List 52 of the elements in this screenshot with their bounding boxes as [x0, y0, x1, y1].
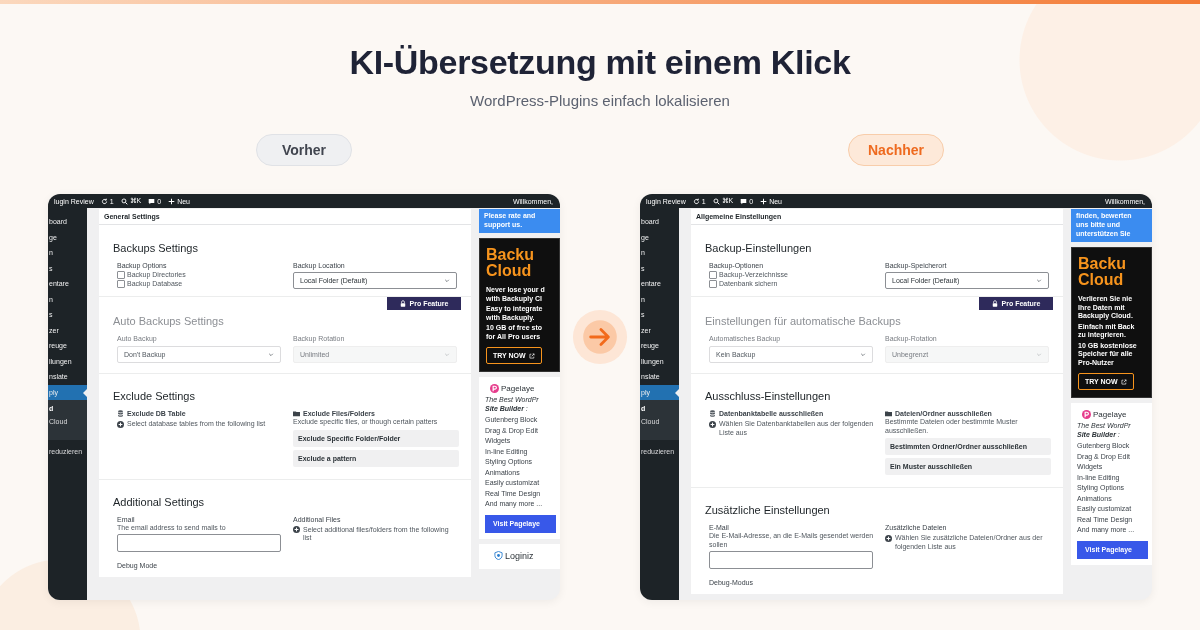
plus-icon [168, 197, 176, 205]
checkbox[interactable] [709, 270, 717, 279]
promo-title: Backu Cloud [486, 247, 536, 279]
section-title: Backup-Einstellungen [705, 242, 813, 255]
version-pill: Vorher [256, 134, 352, 166]
refresh-icon [100, 197, 108, 205]
section-title: Backups Settings [113, 242, 199, 255]
folder-icon [885, 410, 892, 417]
chevron-icon [1036, 352, 1042, 357]
plus-icon [760, 197, 768, 205]
checkbox[interactable] [117, 279, 125, 288]
folder-icon [293, 410, 300, 417]
database-icon [709, 410, 716, 417]
external-link-icon [1120, 378, 1127, 385]
shield-icon [494, 551, 503, 560]
refresh-icon [692, 197, 700, 205]
page-title: KI-Übersetzung mit einem Klick [349, 42, 851, 82]
add-icon[interactable] [117, 420, 124, 428]
add-icon[interactable] [885, 534, 892, 542]
logo-icon [1082, 410, 1091, 419]
add-icon[interactable] [709, 420, 716, 428]
brand-name: Loginiz [505, 550, 534, 561]
comment-icon [740, 197, 748, 205]
section-title: Einstellungen für automatische Backups [705, 315, 902, 328]
input-field[interactable] [117, 534, 281, 552]
add-icon[interactable] [293, 526, 300, 533]
chevron-icon [444, 278, 450, 283]
page-subtitle: WordPress-Plugins einfach lokalisieren [470, 92, 730, 110]
section-title: Additional Settings [113, 495, 206, 509]
chevron-icon [444, 352, 450, 357]
checkbox[interactable] [117, 270, 125, 279]
brand-name: Pagelaye [1093, 410, 1127, 419]
chevron-icon [268, 352, 274, 357]
search-icon [120, 197, 128, 205]
chevron-icon [1036, 278, 1042, 283]
search-icon [712, 197, 720, 205]
brand-name: Pagelaye [501, 384, 535, 393]
database-icon [117, 410, 124, 417]
section-title: Zusätzliche Einstellungen [705, 504, 831, 517]
external-link-icon [528, 352, 535, 359]
section-title: Auto Backups Settings [113, 315, 225, 328]
section-title: Exclude Settings [113, 390, 196, 403]
input-field[interactable] [709, 551, 873, 569]
version-pill: Nachher [848, 134, 944, 166]
lock-icon [399, 300, 406, 307]
section-title: Ausschluss-Einstellungen [705, 390, 832, 403]
chevron-icon [860, 352, 866, 357]
comment-icon [148, 197, 156, 205]
logo-icon [490, 384, 499, 393]
promo-title: Backu Cloud [1078, 256, 1128, 288]
checkbox[interactable] [709, 279, 717, 288]
lock-icon [991, 300, 998, 307]
